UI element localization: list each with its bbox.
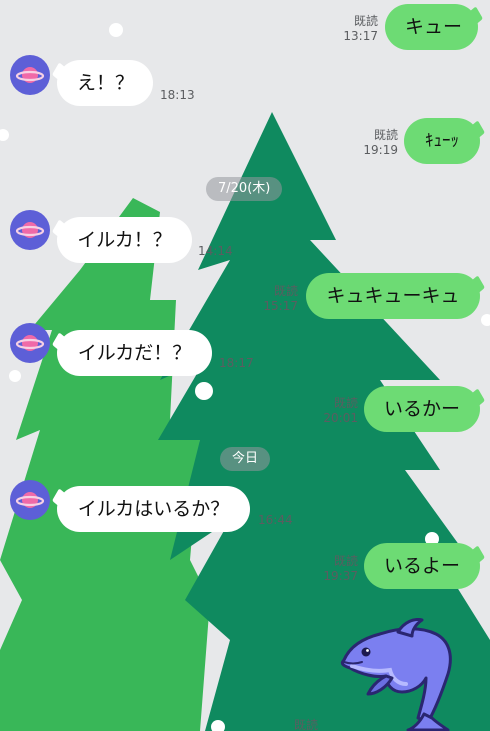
message-time: 14:14 [198,244,233,258]
contact-avatar[interactable] [10,323,50,363]
message-meta: 既読 15:17 [250,284,298,314]
message-time: 18:17 [219,356,254,370]
date-divider: 7/20(木) [206,177,283,201]
message-meta: 18:17 [219,356,254,371]
message-meta: 既読 13:17 [330,14,378,44]
saturn-planet-icon [15,67,45,83]
received-message-bubble[interactable]: え！？ [57,60,153,106]
read-receipt: 既読 [333,554,358,568]
dolphin-sticker[interactable] [336,618,466,731]
read-receipt: 既読 [333,396,358,410]
saturn-planet-icon [15,492,45,508]
message-meta: 16:44 [258,513,293,528]
message-meta: 18:13 [160,88,195,103]
sent-message-bubble[interactable]: ｷｭｰｯ [404,118,480,164]
message-time: 19:19 [363,143,398,157]
message-meta: 既読 [270,718,318,731]
date-divider: 今日 [220,447,271,471]
message-meta: 既読 19:37 [310,554,358,584]
contact-avatar[interactable] [10,210,50,250]
message-time: 13:17 [343,29,378,43]
message-time: 16:44 [258,513,293,527]
contact-avatar[interactable] [10,55,50,95]
read-receipt: 既読 [273,284,298,298]
message-meta: 既読 20:01 [310,396,358,426]
saturn-planet-icon [15,222,45,238]
message-time: 15:17 [263,299,298,313]
read-receipt: 既読 [353,14,378,28]
message-time: 19:37 [323,569,358,583]
read-receipt: 既読 [293,718,318,731]
received-message-bubble[interactable]: イルカはいるか？ [57,486,250,532]
sent-message-bubble[interactable]: キュキューキュ [306,273,480,319]
message-time: 18:13 [160,88,195,102]
saturn-planet-icon [15,335,45,351]
message-meta: 既読 19:19 [350,128,398,158]
sent-message-bubble[interactable]: いるかー [364,386,480,432]
message-meta: 14:14 [198,244,233,259]
sent-message-bubble[interactable]: キュー [385,4,478,50]
read-receipt: 既読 [373,128,398,142]
received-message-bubble[interactable]: イルカだ！？ [57,330,212,376]
message-time: 20:01 [323,411,358,425]
received-message-bubble[interactable]: イルカ！？ [57,217,192,263]
contact-avatar[interactable] [10,480,50,520]
sent-message-bubble[interactable]: いるよー [364,543,480,589]
